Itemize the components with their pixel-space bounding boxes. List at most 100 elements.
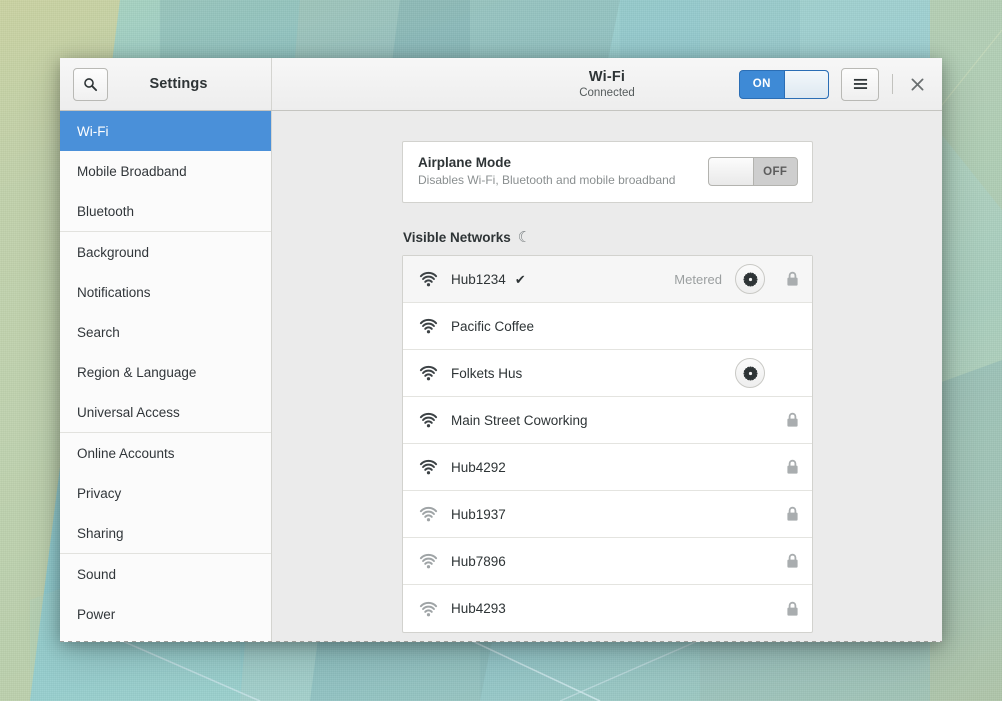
airplane-mode-description: Disables Wi-Fi, Bluetooth and mobile bro…: [418, 173, 676, 187]
wifi-signal-icon: [419, 601, 437, 616]
wifi-signal-icon: [419, 271, 437, 287]
sidebar-group: Sound Power: [60, 554, 271, 634]
wifi-signal-icon: [419, 318, 437, 334]
sidebar-item-sharing[interactable]: Sharing: [60, 513, 271, 553]
visible-networks-heading: Visible Networks ☾: [403, 230, 813, 245]
secured-network-indicator: [777, 412, 799, 428]
sidebar-item-notifications[interactable]: Notifications: [60, 272, 271, 312]
window-body: Wi-Fi Mobile Broadband Bluetooth Background…: [60, 111, 942, 642]
lock-icon: [787, 271, 798, 286]
secured-network-indicator: [777, 506, 799, 522]
header-controls: ON: [739, 67, 928, 101]
window-header-bar: Settings Wi-Fi Connected ON: [60, 58, 942, 111]
search-icon-button[interactable]: [73, 67, 108, 101]
secured-network-indicator: [777, 271, 799, 287]
settings-app-title: Settings: [149, 76, 208, 92]
wifi-signal-icon: [419, 553, 437, 569]
wifi-signal-icon-slot: [417, 412, 439, 428]
secured-network-indicator: [777, 459, 799, 475]
wifi-signal-icon-slot: [417, 553, 439, 569]
sidebar-header: Settings: [60, 58, 272, 110]
sidebar-group: Background Notifications Search Region & La…: [60, 232, 271, 433]
hamburger-menu-icon: [853, 78, 867, 89]
wifi-toggle-label: ON: [752, 78, 771, 90]
network-row[interactable]: Hub1234 ✔ Metered: [403, 256, 812, 303]
wifi-signal-icon-slot: [417, 506, 439, 522]
settings-sidebar[interactable]: Wi-Fi Mobile Broadband Bluetooth Background…: [60, 111, 272, 642]
network-row[interactable]: Main Street Coworking: [403, 397, 812, 444]
sidebar-item-label: Region & Language: [77, 364, 197, 380]
sidebar-group: Online Accounts Privacy Sharing: [60, 433, 271, 554]
sidebar-item-mobile-broadband[interactable]: Mobile Broadband: [60, 151, 271, 191]
secured-network-indicator: [777, 601, 799, 617]
sidebar-item-label: Sharing: [77, 525, 124, 541]
sidebar-item-label: Notifications: [77, 284, 151, 300]
sidebar-group: Wi-Fi Mobile Broadband Bluetooth: [60, 111, 271, 232]
sidebar-item-label: Bluetooth: [77, 203, 135, 219]
wifi-signal-icon: [419, 506, 437, 522]
airplane-mode-title: Airplane Mode: [418, 155, 512, 170]
sidebar-bottom-clip-edge: [60, 641, 272, 642]
close-window-button[interactable]: [906, 73, 928, 95]
secured-network-indicator: [777, 553, 799, 569]
sidebar-item-wi-fi[interactable]: Wi-Fi: [60, 111, 271, 151]
network-settings-button[interactable]: [735, 264, 765, 294]
close-icon: [911, 78, 923, 90]
network-row[interactable]: Hub7896: [403, 538, 812, 585]
gear-icon: [742, 271, 758, 287]
wifi-panel-inner: Airplane Mode Disables Wi-Fi, Bluetooth …: [402, 111, 813, 633]
wifi-signal-icon-slot: [417, 459, 439, 475]
sidebar-item-bluetooth[interactable]: Bluetooth: [60, 191, 271, 231]
network-name: Hub4292: [451, 459, 506, 475]
sidebar-item-power[interactable]: Power: [60, 594, 271, 634]
loading-spinner-icon: ☾: [517, 229, 532, 246]
visible-networks-list[interactable]: Hub1234 ✔ Metered Pacific Coffee Folkets Hus…: [402, 255, 813, 633]
network-row[interactable]: Hub4293: [403, 585, 812, 632]
settings-window: Settings Wi-Fi Connected ON Wi-Fi Mobile…: [60, 58, 942, 642]
airplane-mode-texts: Airplane Mode Disables Wi-Fi, Bluetooth …: [418, 154, 708, 189]
sidebar-item-search[interactable]: Search: [60, 312, 271, 352]
network-name: Hub1234: [451, 271, 506, 287]
network-row[interactable]: Pacific Coffee: [403, 303, 812, 350]
network-row[interactable]: Folkets Hus: [403, 350, 812, 397]
sidebar-item-label: Privacy: [77, 485, 122, 501]
lock-icon: [787, 459, 798, 474]
sidebar-item-background[interactable]: Background: [60, 232, 271, 272]
lock-icon: [787, 506, 798, 521]
wifi-signal-icon-slot: [417, 271, 439, 287]
sidebar-item-sound[interactable]: Sound: [60, 554, 271, 594]
search-icon: [84, 77, 98, 91]
airplane-mode-toggle-switch[interactable]: OFF: [708, 157, 798, 186]
wifi-panel-content: Airplane Mode Disables Wi-Fi, Bluetooth …: [272, 111, 942, 642]
network-name: Hub7896: [451, 553, 506, 569]
wifi-signal-icon-slot: [417, 601, 439, 617]
network-name: Hub4293: [451, 601, 506, 616]
sidebar-item-label: Search: [77, 324, 120, 340]
sidebar-item-privacy[interactable]: Privacy: [60, 473, 271, 513]
airplane-mode-toggle-label: OFF: [763, 165, 788, 178]
wifi-signal-icon: [419, 459, 437, 475]
network-row[interactable]: Hub4292: [403, 444, 812, 491]
desktop: Settings Wi-Fi Connected ON Wi-Fi Mobile…: [0, 0, 1002, 701]
sidebar-item-label: Online Accounts: [77, 445, 175, 461]
network-row[interactable]: Hub1937: [403, 491, 812, 538]
hamburger-menu-button[interactable]: [841, 67, 879, 101]
sidebar-item-region-language[interactable]: Region & Language: [60, 352, 271, 392]
sidebar-item-universal-access[interactable]: Universal Access: [60, 392, 271, 432]
sidebar-item-label: Mobile Broadband: [77, 163, 187, 179]
gear-icon: [742, 365, 758, 381]
metered-badge: Metered: [674, 271, 722, 287]
wifi-signal-icon: [419, 365, 437, 381]
lock-icon: [787, 412, 798, 427]
sidebar-item-online-accounts[interactable]: Online Accounts: [60, 433, 271, 473]
wifi-toggle-switch[interactable]: ON: [739, 69, 829, 99]
network-name: Hub1937: [451, 506, 506, 522]
wifi-toggle-knob: [783, 70, 828, 98]
connected-checkmark-icon: ✔: [514, 271, 526, 287]
header-divider: [892, 74, 893, 94]
sidebar-item-label: Background: [77, 244, 150, 260]
wifi-signal-icon: [419, 412, 437, 428]
network-name: Main Street Coworking: [451, 412, 588, 428]
lock-icon: [787, 601, 798, 616]
network-settings-button[interactable]: [735, 358, 765, 388]
